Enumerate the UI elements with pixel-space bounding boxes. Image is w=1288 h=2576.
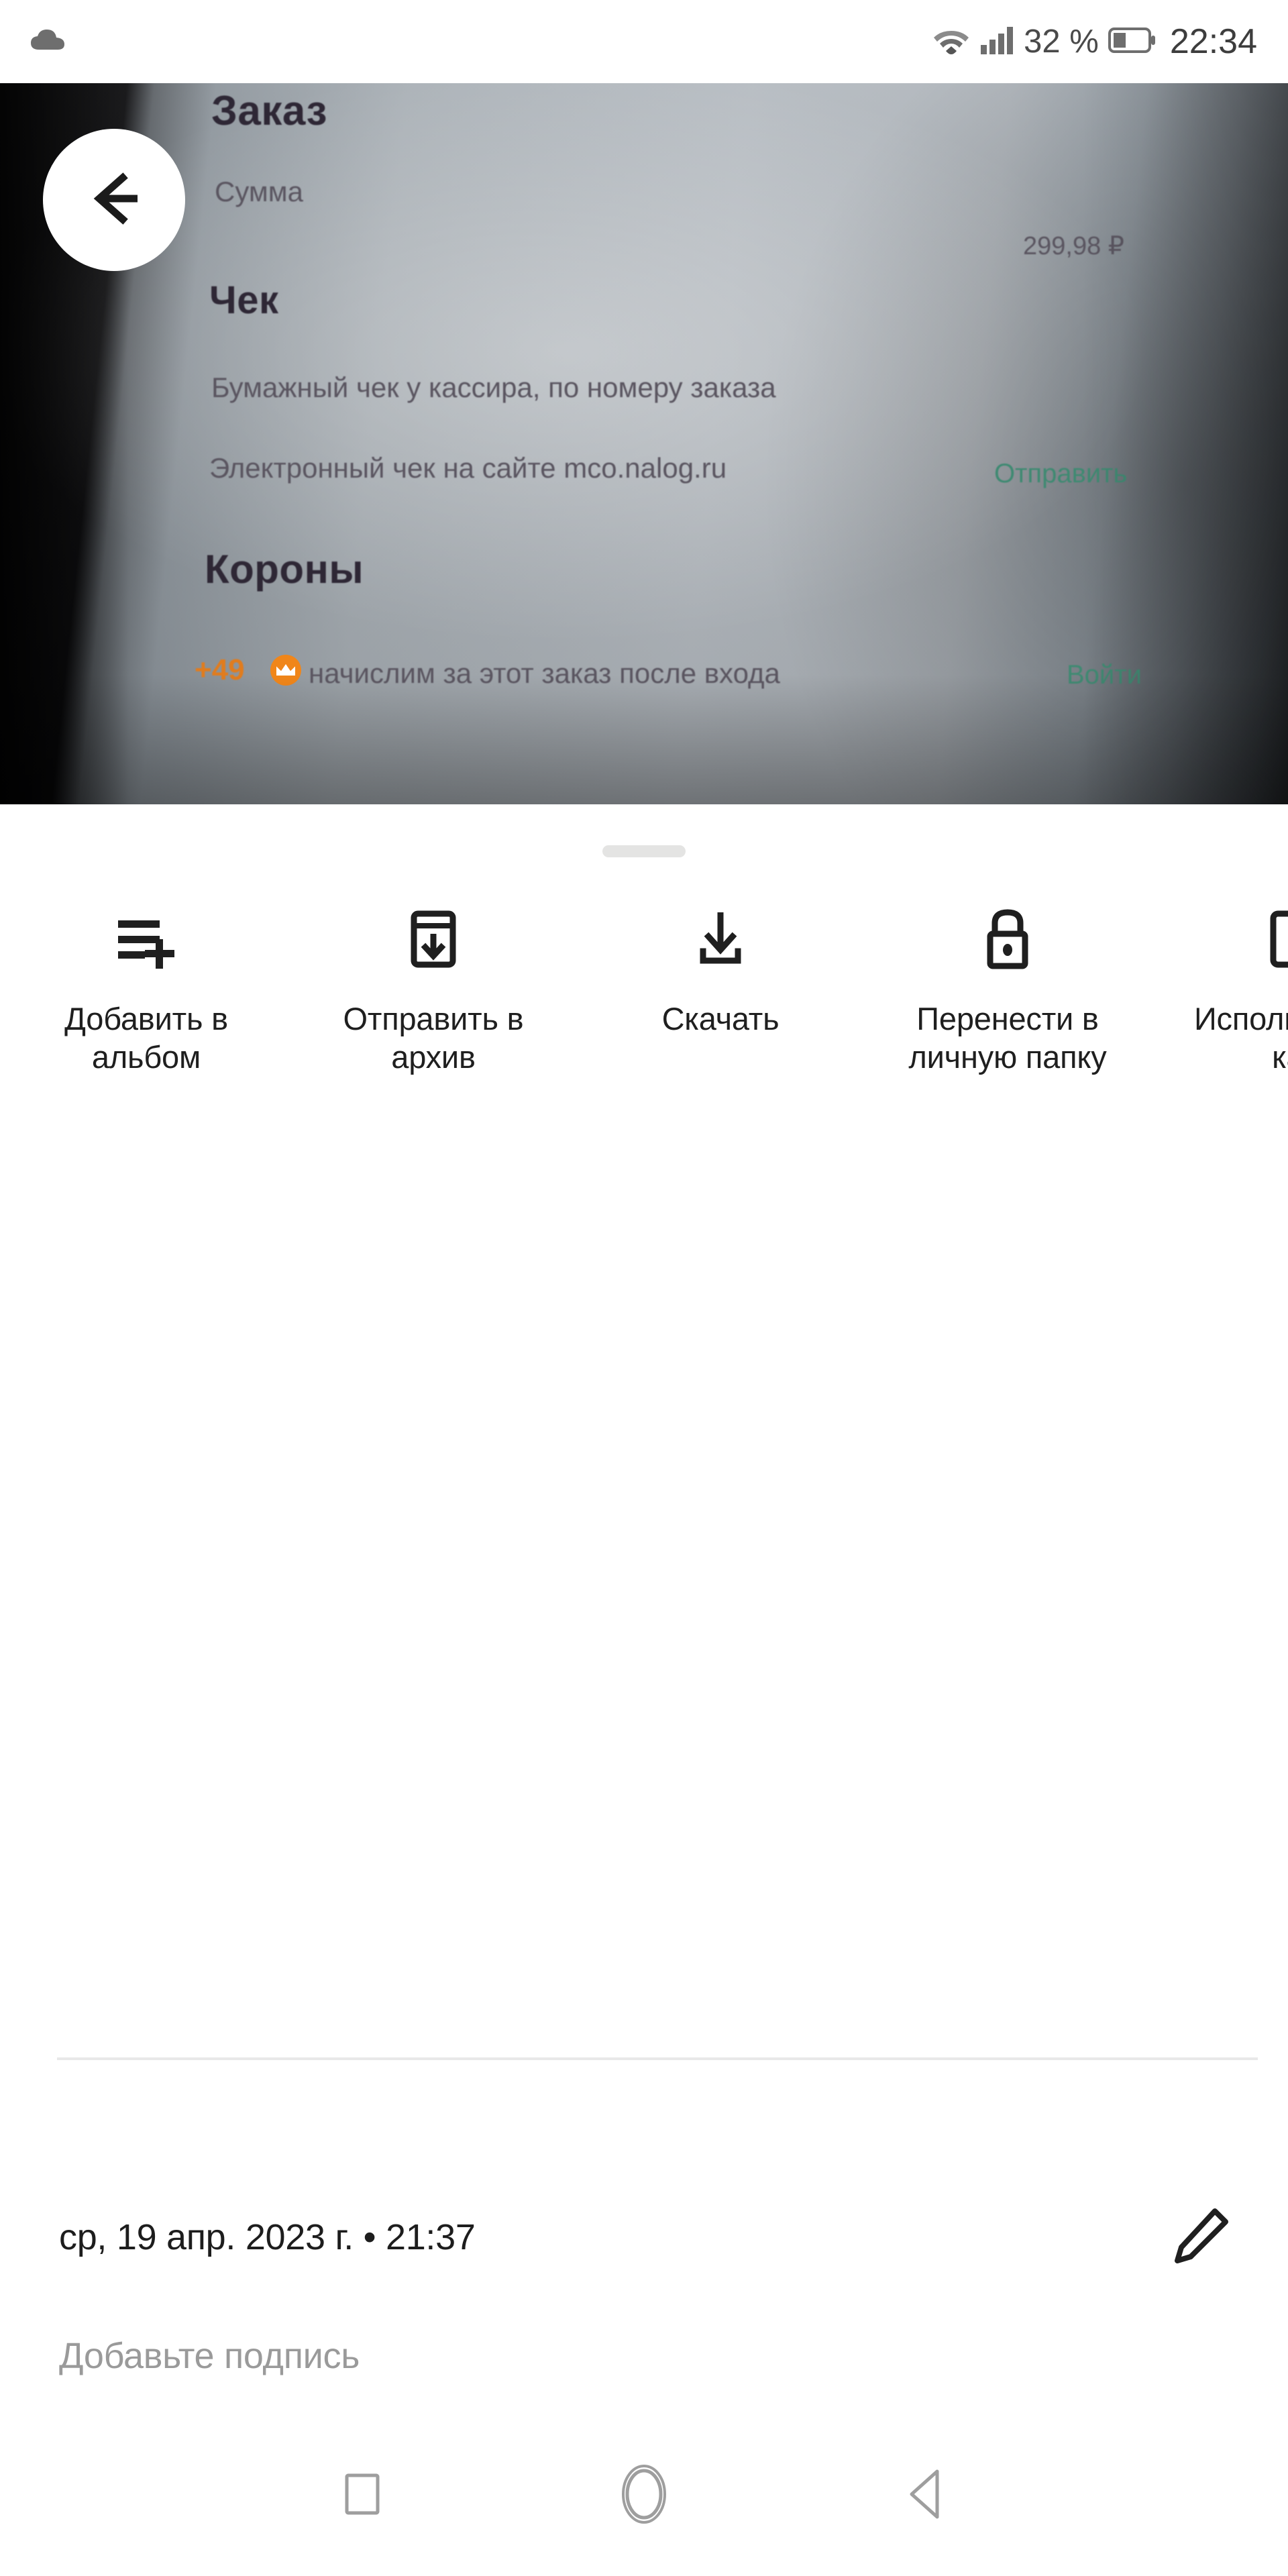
photo-text-crowns-text: начислим за этот заказ после входа (309, 657, 780, 689)
photo-text-sum-value: 299,98 ₽ (1023, 232, 1124, 260)
photo-text-send-link: Отправить (994, 459, 1128, 488)
crown-icon (270, 655, 301, 686)
photo-date-label: ср, 19 апр. 2023 г. • 21:37 (59, 2217, 476, 2257)
use-as-icon (1260, 896, 1288, 983)
home-circle-icon (614, 2464, 674, 2528)
action-use-as[interactable]: Использовать как (1151, 896, 1288, 1077)
cloud-icon (30, 27, 67, 57)
wifi-icon (932, 24, 970, 60)
recents-button[interactable] (319, 2452, 406, 2539)
status-bar: 32 % 22:34 (0, 0, 1288, 83)
back-button[interactable] (43, 129, 185, 271)
archive-icon (398, 896, 468, 983)
status-bar-left (30, 27, 67, 57)
action-label: Отправить в архив (343, 1001, 524, 1075)
status-bar-right: 32 % 22:34 (932, 24, 1257, 60)
back-arrow-icon (78, 163, 150, 237)
lock-icon (973, 896, 1042, 983)
action-move-to-archive[interactable]: Отправить в архив (290, 896, 577, 1077)
action-download[interactable]: Скачать (577, 896, 864, 1077)
photo-text-login-link: Войти (1067, 660, 1142, 690)
pencil-edit-icon (1169, 2204, 1232, 2271)
photo-screen-glare (0, 83, 1288, 804)
photo-text-electronic-line: Электронный чек на сайте mco.nalog.ru (209, 452, 727, 484)
recents-square-icon (341, 2473, 383, 2518)
action-add-to-album[interactable]: Добавить в альбом (3, 896, 290, 1077)
battery-percent-label: 32 % (1024, 23, 1099, 60)
edit-caption-button[interactable] (1169, 2205, 1233, 2269)
photo-detail-screen: 32 % 22:34 Заказ Сумма 299,98 ₽ Чек Бума… (0, 0, 1288, 2576)
download-icon (686, 896, 755, 983)
action-label: Использовать как (1193, 1001, 1288, 1075)
android-navigation-bar (0, 2415, 1288, 2576)
action-label: Перенести в личную папку (908, 1001, 1107, 1075)
photo-text-check-heading: Чек (209, 278, 279, 322)
battery-icon (1108, 26, 1157, 58)
back-triangle-icon (902, 2467, 949, 2524)
home-button[interactable] (600, 2452, 688, 2539)
action-label: Добавить в альбом (64, 1001, 228, 1075)
caption-placeholder[interactable]: Добавьте подпись (59, 2335, 360, 2377)
photo-text-order-heading: Заказ (211, 88, 327, 134)
date-row: ср, 19 апр. 2023 г. • 21:37 (59, 2205, 1233, 2269)
action-label: Скачать (661, 1001, 780, 1036)
photo-text-crowns-heading: Короны (205, 547, 364, 592)
photo-text-sum-label: Сумма (215, 176, 303, 207)
playlist-add-icon (111, 896, 181, 983)
photo-text-crowns-amount: +49 (195, 653, 245, 686)
drag-handle[interactable] (602, 845, 686, 857)
photo-text-paper-line: Бумажный чек у кассира, по номеру заказа (211, 372, 776, 403)
action-row: Добавить в альбом Отправить в архив Скач… (0, 896, 1288, 1077)
action-move-to-locked-folder[interactable]: Перенести в личную папку (864, 896, 1151, 1077)
photo-viewer[interactable]: Заказ Сумма 299,98 ₽ Чек Бумажный чек у … (0, 83, 1288, 804)
sheet-divider (57, 2057, 1258, 2060)
back-button-nav[interactable] (882, 2452, 969, 2539)
photo-image: Заказ Сумма 299,98 ₽ Чек Бумажный чек у … (0, 83, 1288, 804)
status-bar-clock: 22:34 (1169, 22, 1257, 61)
signal-bars-icon (979, 25, 1014, 59)
bottom-sheet: Добавить в альбом Отправить в архив Скач… (0, 804, 1288, 2576)
